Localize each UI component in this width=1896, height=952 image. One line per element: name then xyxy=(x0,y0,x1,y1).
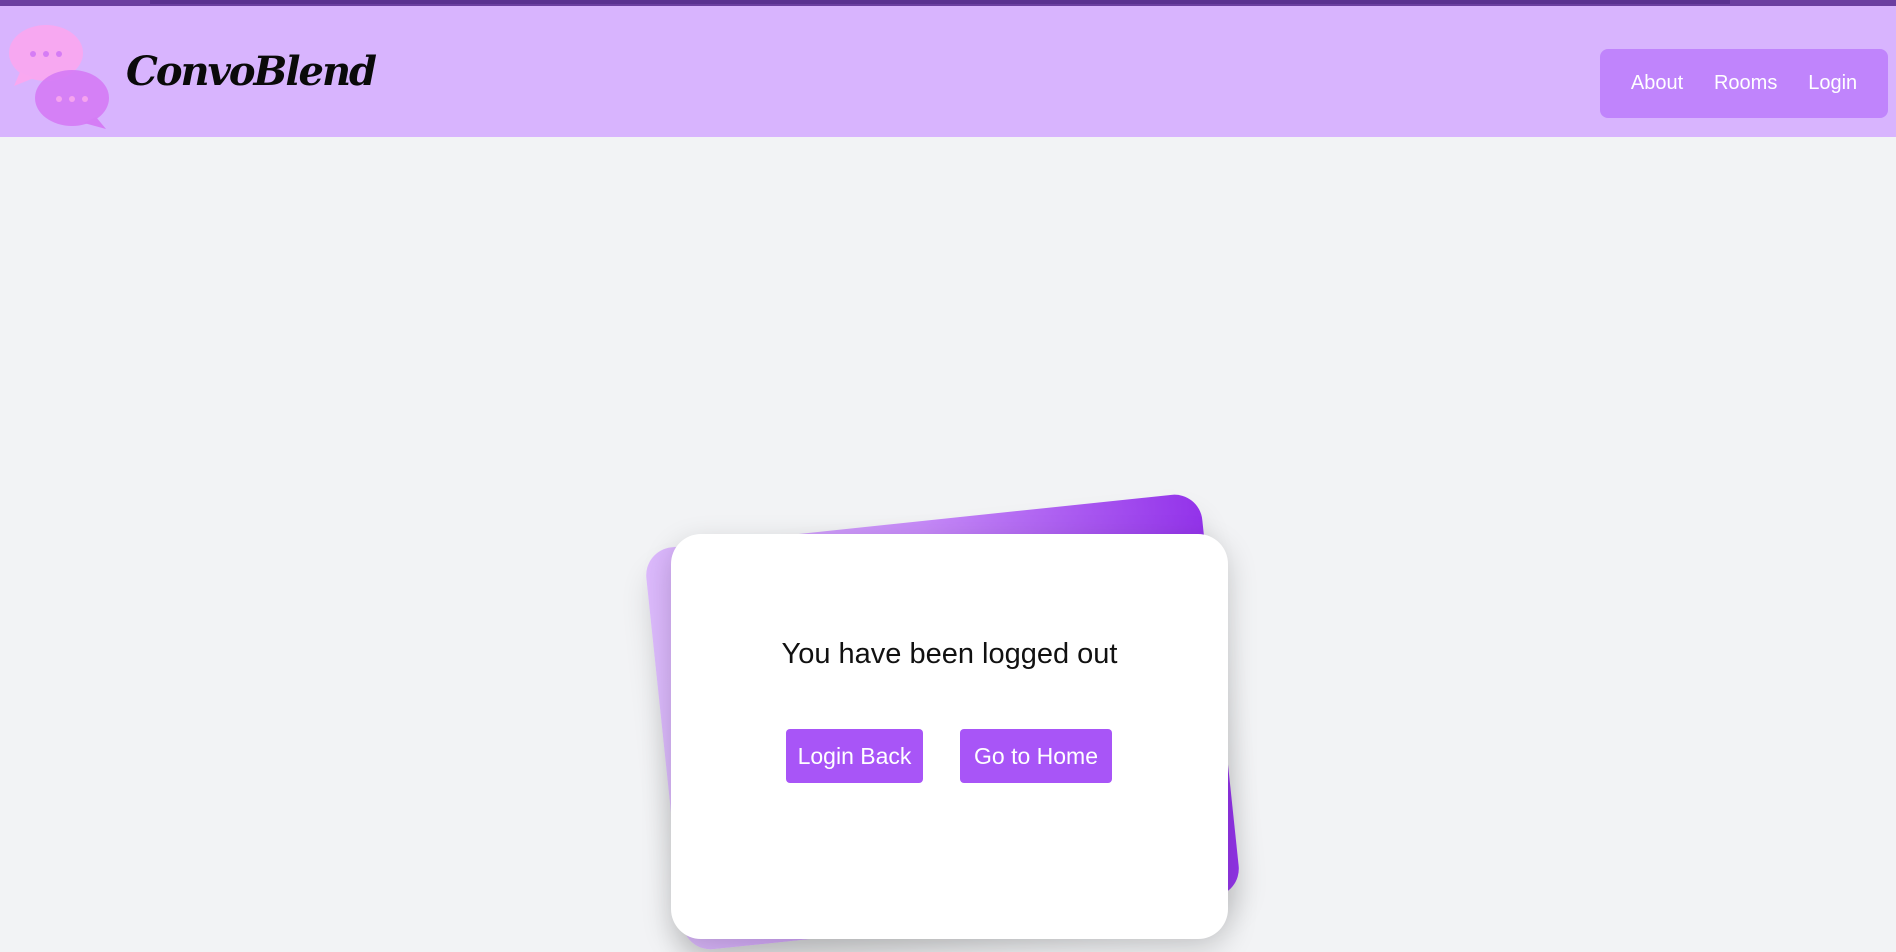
nav-rooms-link[interactable]: Rooms xyxy=(1714,72,1777,95)
top-accent-bar-inner xyxy=(150,0,1730,4)
main-content: You have been logged out Login Back Go t… xyxy=(0,137,1896,952)
chat-bubbles-icon[interactable] xyxy=(8,22,116,132)
nav-login-link[interactable]: Login xyxy=(1808,72,1857,95)
brand-name[interactable]: ConvoBlend xyxy=(126,48,377,95)
go-home-button[interactable]: Go to Home xyxy=(960,729,1112,783)
nav-about-link[interactable]: About xyxy=(1631,72,1683,95)
main-nav: About Rooms Login xyxy=(1600,49,1888,118)
site-header: ConvoBlend About Rooms Login xyxy=(0,6,1896,137)
login-back-button[interactable]: Login Back xyxy=(786,729,923,783)
logout-card: You have been logged out Login Back Go t… xyxy=(671,534,1228,939)
logout-message: You have been logged out xyxy=(781,638,1118,670)
